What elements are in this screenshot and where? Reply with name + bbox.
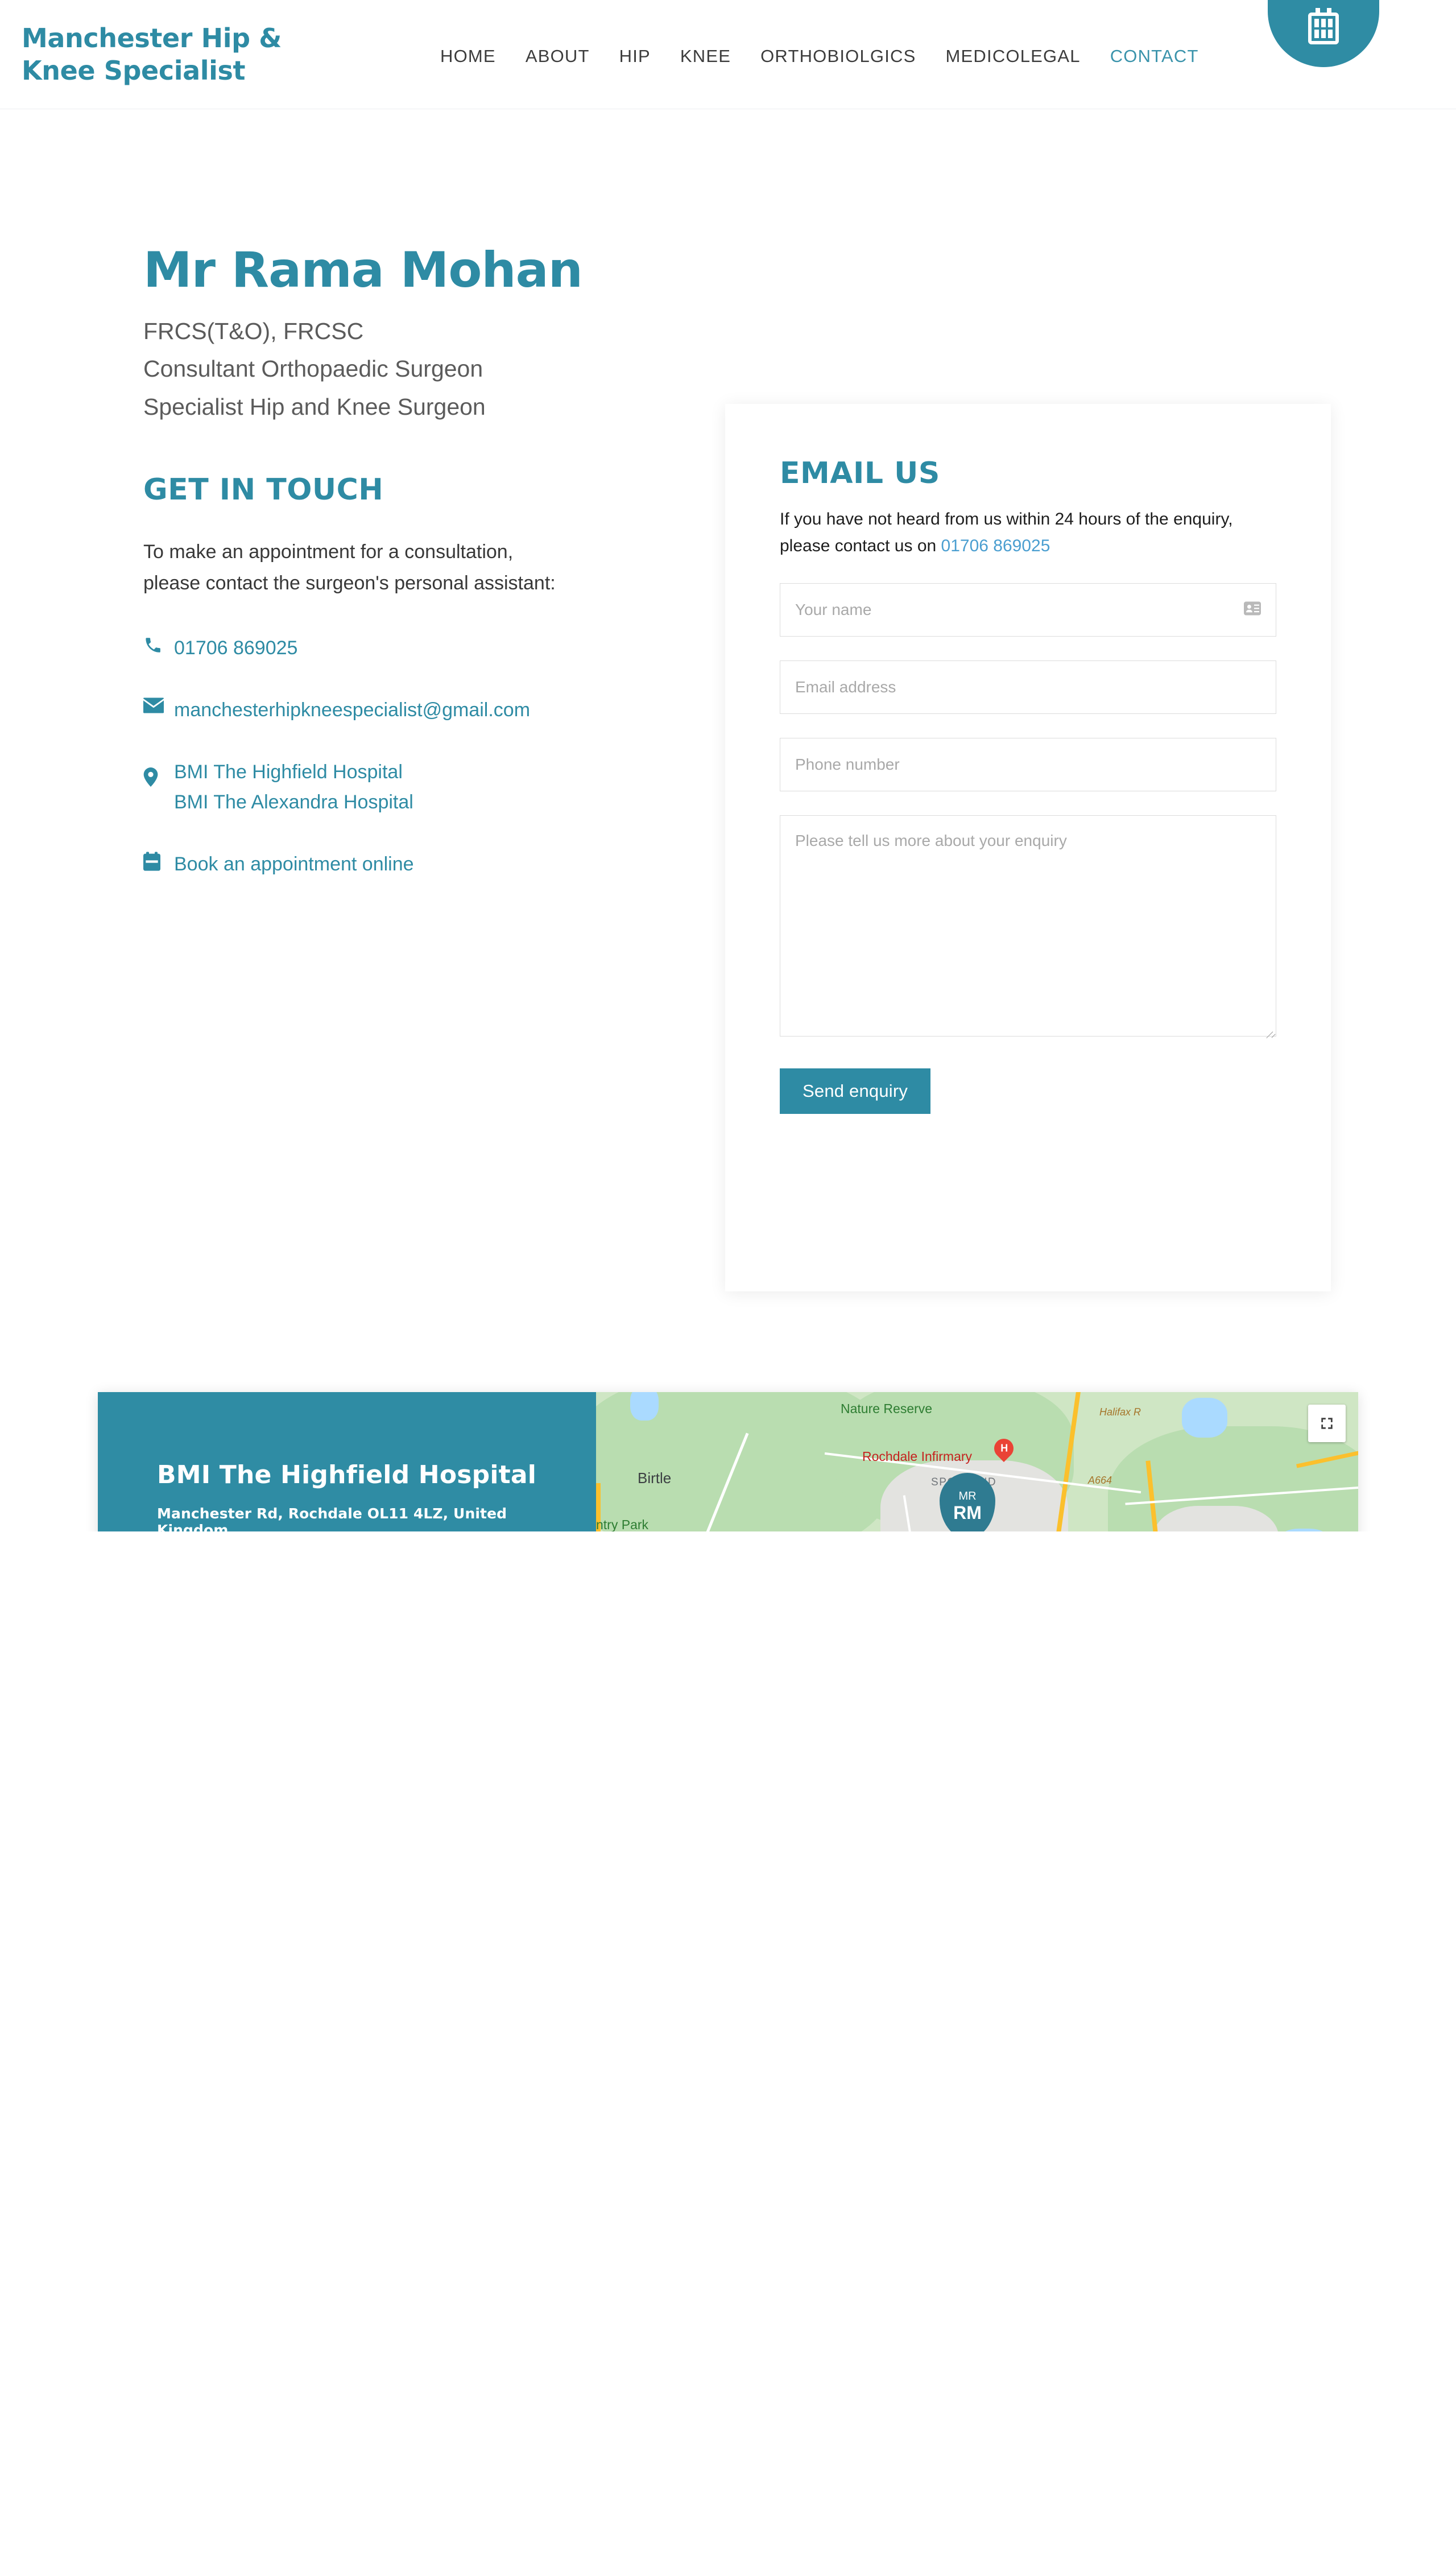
nav-item-medicolegal[interactable]: MEDICOLEGAL <box>931 46 1095 67</box>
location-info-highfield: BMI The Highfield Hospital Manchester Rd… <box>98 1392 596 1531</box>
contact-book-online-label: Book an appointment online <box>174 853 414 876</box>
credentials: FRCS(T&O), FRCSC Consultant Orthopaedic … <box>143 312 712 426</box>
email-input[interactable] <box>795 678 1261 696</box>
map-marker-bottom-text: RM <box>953 1502 982 1523</box>
email-us-subtext: If you have not heard from us within 24 … <box>780 506 1235 559</box>
contact-location-row[interactable]: BMI The Highfield Hospital BMI The Alexa… <box>143 757 712 818</box>
nav-item-about[interactable]: ABOUT <box>511 46 605 67</box>
contact-email-value: manchesterhipkneespecialist@gmail.com <box>174 699 531 721</box>
map-marker-top-text: MR <box>958 1489 977 1502</box>
send-enquiry-button[interactable]: Send enquiry <box>780 1068 931 1114</box>
phone-input[interactable] <box>795 755 1261 774</box>
contact-phone-row[interactable]: 01706 869025 <box>143 633 712 664</box>
page-title: Mr Rama Mohan <box>143 242 583 299</box>
main-nav: HOME ABOUT HIP KNEE ORTHOBIOLGICS MEDICO… <box>425 46 1214 67</box>
credential-line-1: FRCS(T&O), FRCSC <box>143 317 364 344</box>
contact-location-line-2: BMI The Alexandra Hospital <box>174 791 413 814</box>
get-in-touch-line-2: please contact the surgeon's personal as… <box>143 572 556 594</box>
get-in-touch-text: To make an appointment for a consultatio… <box>143 536 712 599</box>
map-pin-icon <box>143 767 174 787</box>
get-in-touch-line-1: To make an appointment for a consultatio… <box>143 541 514 563</box>
name-field-wrapper[interactable] <box>780 583 1276 637</box>
locations-section: BMI The Highfield Hospital Manchester Rd… <box>98 1392 1358 1531</box>
main-content: Mr Rama Mohan FRCS(T&O), FRCSC Consultan… <box>0 109 1456 1531</box>
map-fullscreen-button[interactable] <box>1308 1405 1346 1442</box>
nav-item-hip[interactable]: HIP <box>605 46 665 67</box>
contact-email-row[interactable]: manchesterhipkneespecialist@gmail.com <box>143 695 712 726</box>
contact-methods: 01706 869025 manchesterhipkneespecialist… <box>143 633 712 880</box>
map-marker-practice: MR RM <box>940 1473 995 1531</box>
nav-item-contact[interactable]: CONTACT <box>1095 46 1214 67</box>
credential-line-3: Specialist Hip and Knee Surgeon <box>143 394 486 420</box>
map-label: Halifax R <box>1099 1406 1141 1418</box>
contact-card-icon <box>1244 601 1261 618</box>
logo-line-2: Knee Specialist <box>22 55 246 86</box>
nav-item-orthobiolgics[interactable]: ORTHOBIOLGICS <box>746 46 930 67</box>
message-field-wrapper[interactable] <box>780 815 1276 1037</box>
calendar-icon <box>1308 8 1339 44</box>
site-header: Manchester Hip & Knee Specialist HOME AB… <box>0 0 1456 109</box>
contact-book-online-row[interactable]: Book an appointment online <box>143 849 712 880</box>
contact-location-values: BMI The Highfield Hospital BMI The Alexa… <box>174 757 413 818</box>
contact-intro: Mr Rama Mohan FRCS(T&O), FRCSC Consultan… <box>143 243 712 911</box>
site-logo[interactable]: Manchester Hip & Knee Specialist <box>22 22 317 86</box>
name-input[interactable] <box>795 601 1261 619</box>
email-field-wrapper[interactable] <box>780 660 1276 714</box>
location-address: Manchester Rd, Rochdale OL11 4LZ, United… <box>157 1505 507 1531</box>
message-textarea[interactable] <box>780 816 1276 1033</box>
get-in-touch-heading: GET IN TOUCH <box>143 473 384 507</box>
map-highfield[interactable]: Nature ReserveRochdale InfirmaryBirtleSP… <box>596 1392 1358 1531</box>
header-book-appointment-button[interactable] <box>1268 0 1379 67</box>
contact-location-line-1: BMI The Highfield Hospital <box>174 761 403 783</box>
phone-icon <box>143 635 174 655</box>
nav-item-knee[interactable]: KNEE <box>665 46 746 67</box>
email-us-card: EMAIL US If you have not heard from us w… <box>725 404 1331 1291</box>
contact-phone-value: 01706 869025 <box>174 637 298 659</box>
page-root: Manchester Hip & Knee Specialist HOME AB… <box>0 0 1456 1531</box>
phone-field-wrapper[interactable] <box>780 738 1276 791</box>
location-card-highfield: BMI The Highfield Hospital Manchester Rd… <box>98 1392 1358 1531</box>
calendar-icon <box>143 852 174 871</box>
logo-line-1: Manchester Hip & <box>22 23 282 54</box>
location-name: BMI The Highfield Hospital <box>157 1460 537 1489</box>
credential-line-2: Consultant Orthopaedic Surgeon <box>143 356 483 382</box>
email-us-heading: EMAIL US <box>780 456 940 490</box>
envelope-icon <box>143 697 174 713</box>
email-us-phone-link[interactable]: 01706 869025 <box>941 536 1050 555</box>
nav-item-home[interactable]: HOME <box>425 46 511 67</box>
